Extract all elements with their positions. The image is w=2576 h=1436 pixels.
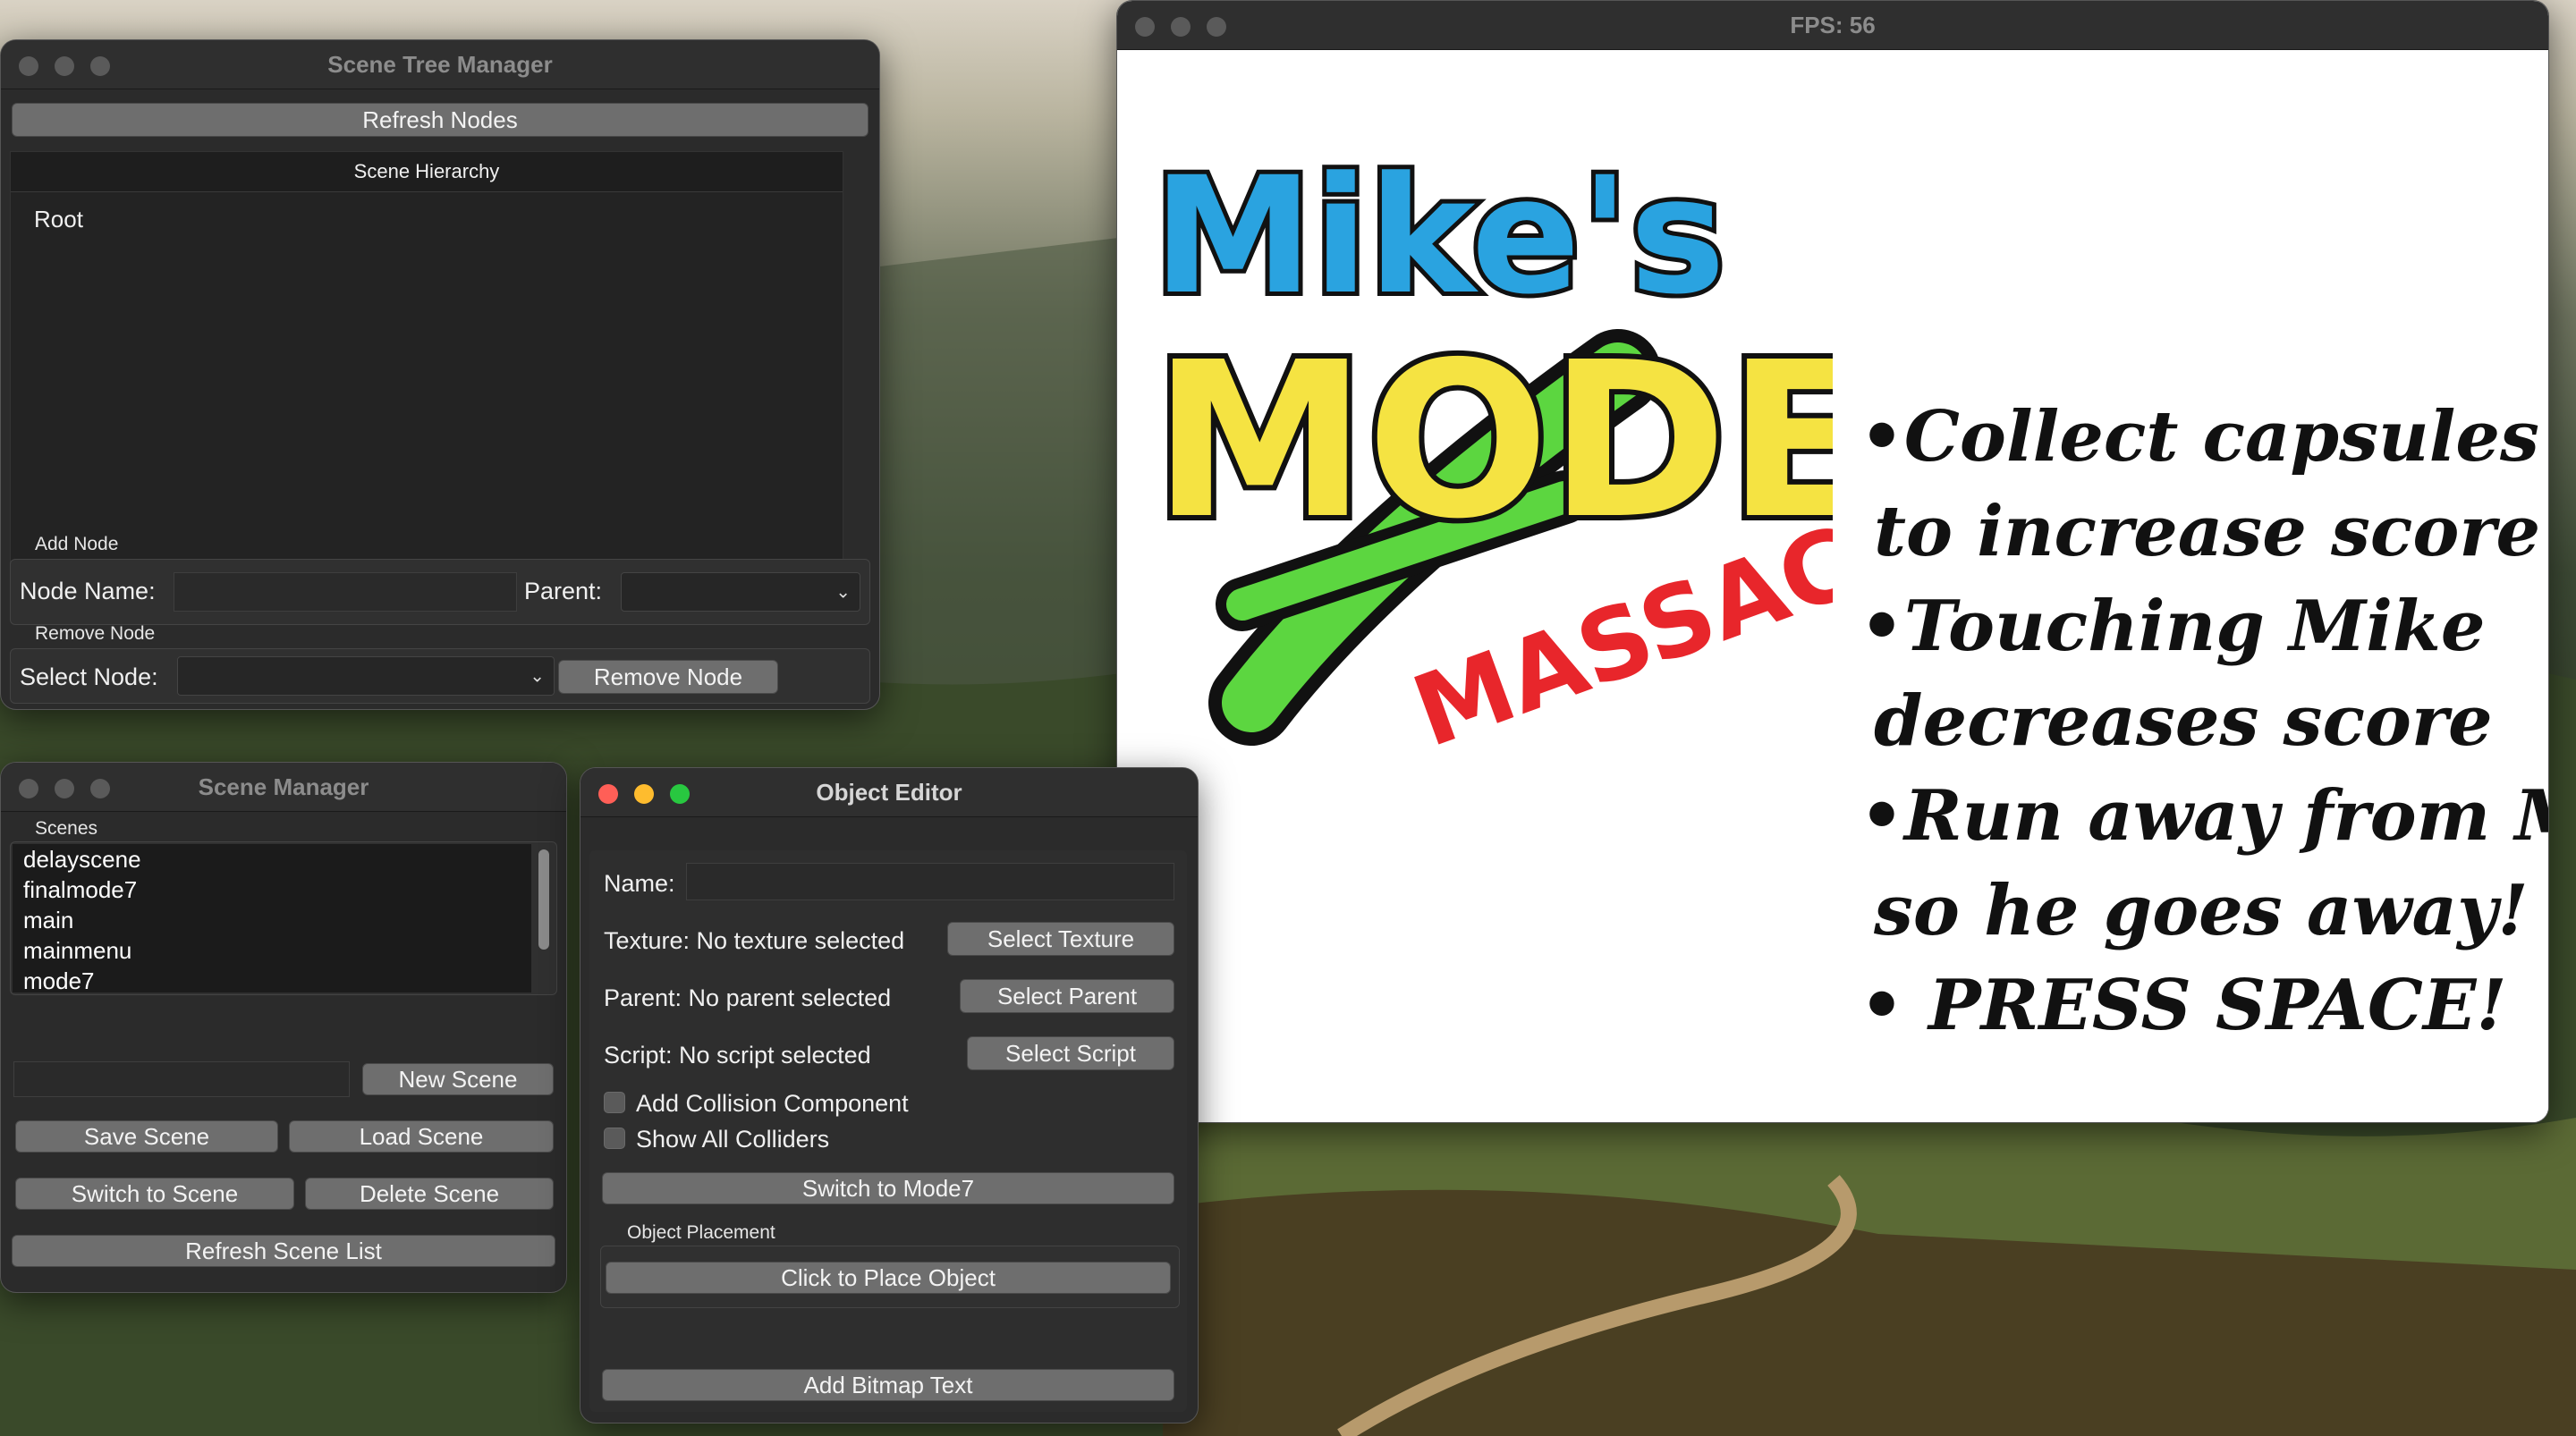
list-item[interactable]: main: [13, 905, 531, 935]
scene-list[interactable]: delayscene finalmode7 main mainmenu mode…: [13, 844, 531, 993]
list-item[interactable]: mode7: [13, 966, 531, 993]
scene-hierarchy-tree[interactable]: Scene Hierarchy Root: [10, 151, 843, 564]
scene-manager-window: Scene Manager Scenes delayscene finalmod…: [0, 762, 567, 1293]
chevron-down-icon: ⌄: [835, 582, 851, 603]
logo-mikes: Mike's: [1153, 143, 1725, 330]
name-label: Name:: [604, 870, 675, 897]
window-controls: [598, 784, 690, 804]
instruction-line: •Collect capsules: [1860, 396, 2539, 477]
list-item[interactable]: mainmenu: [13, 935, 531, 966]
zoom-button[interactable]: [90, 779, 110, 798]
load-scene-button[interactable]: Load Scene: [289, 1120, 554, 1153]
fps-counter: FPS: 56: [1790, 11, 1876, 38]
window-controls: [19, 56, 110, 76]
switch-mode7-button[interactable]: Switch to Mode7: [602, 1172, 1174, 1204]
remove-node-button[interactable]: Remove Node: [558, 660, 778, 694]
add-node-label: Add Node: [35, 534, 119, 554]
game-titlebar[interactable]: FPS: 56: [1117, 1, 2548, 50]
node-name-input[interactable]: [174, 572, 517, 612]
chevron-down-icon: ⌄: [530, 666, 545, 687]
list-item[interactable]: finalmode7: [13, 874, 531, 905]
select-parent-button[interactable]: Select Parent: [960, 979, 1174, 1013]
scrollbar[interactable]: [538, 849, 549, 950]
instruction-line: •Run away from Mike: [1860, 775, 2548, 857]
remove-node-group: Select Node: ⌄ Remove Node: [10, 648, 870, 704]
add-bitmap-text-button[interactable]: Add Bitmap Text: [602, 1369, 1174, 1401]
parent-select[interactable]: ⌄: [621, 572, 860, 612]
zoom-button[interactable]: [670, 784, 690, 804]
add-collision-checkbox[interactable]: [604, 1092, 625, 1113]
game-canvas[interactable]: Mike's MODE 7 MASSACRE •Collect capsules…: [1117, 50, 2548, 1122]
window-title: Scene Manager: [198, 773, 369, 800]
close-button[interactable]: [1135, 17, 1155, 37]
refresh-scene-list-button[interactable]: Refresh Scene List: [12, 1235, 555, 1267]
remove-node-label: Remove Node: [35, 623, 156, 644]
minimize-button[interactable]: [55, 779, 74, 798]
instruction-line: • PRESS SPACE!: [1860, 965, 2507, 1046]
instructions: •Collect capsules to increase score •Tou…: [1860, 390, 2548, 1053]
script-label: Script: No script selected: [604, 1042, 871, 1069]
close-button[interactable]: [598, 784, 618, 804]
zoom-button[interactable]: [1207, 17, 1226, 37]
object-editor-titlebar[interactable]: Object Editor: [580, 768, 1198, 817]
instruction-line: •Touching Mike: [1860, 586, 2486, 667]
new-scene-input[interactable]: [13, 1061, 350, 1097]
new-scene-button[interactable]: New Scene: [362, 1063, 554, 1095]
instruction-line: decreases score: [1874, 680, 2493, 762]
minimize-button[interactable]: [634, 784, 654, 804]
game-window: FPS: 56 Mike's MODE 7 MASSACRE •Collect …: [1116, 0, 2549, 1123]
delete-scene-button[interactable]: Delete Scene: [305, 1178, 554, 1210]
parent-label: Parent: No parent selected: [604, 984, 892, 1011]
add-node-group: Node Name: Parent: ⌄: [10, 559, 870, 625]
window-controls: [1135, 17, 1226, 37]
instruction-line: to increase score: [1874, 491, 2541, 572]
zoom-button[interactable]: [90, 56, 110, 76]
scene-tree-titlebar[interactable]: Scene Tree Manager: [1, 40, 879, 89]
node-name-label: Node Name:: [20, 578, 156, 604]
select-node-label: Select Node:: [20, 663, 158, 690]
instruction-line: so he goes away!: [1874, 870, 2529, 951]
refresh-nodes-button[interactable]: Refresh Nodes: [12, 103, 869, 137]
scenes-label: Scenes: [35, 818, 98, 839]
list-item[interactable]: delayscene: [13, 844, 531, 874]
show-colliders-label[interactable]: Show All Colliders: [636, 1126, 829, 1153]
scene-manager-titlebar[interactable]: Scene Manager: [1, 763, 566, 812]
select-script-button[interactable]: Select Script: [967, 1036, 1174, 1070]
logo-mode: MODE: [1153, 316, 1833, 566]
object-placement-label: Object Placement: [627, 1222, 775, 1243]
window-title: Object Editor: [816, 778, 962, 806]
window-title: Scene Tree Manager: [327, 50, 553, 78]
object-editor-window: Object Editor Name: Texture: No texture …: [580, 767, 1199, 1423]
add-collision-label[interactable]: Add Collision Component: [636, 1090, 909, 1118]
close-button[interactable]: [19, 779, 38, 798]
place-object-button[interactable]: Click to Place Object: [606, 1262, 1171, 1294]
select-texture-button[interactable]: Select Texture: [947, 922, 1174, 956]
texture-label: Texture: No texture selected: [604, 927, 905, 954]
minimize-button[interactable]: [1171, 17, 1191, 37]
tree-item-root[interactable]: Root: [34, 206, 83, 233]
game-logo: Mike's MODE 7 MASSACRE: [1148, 139, 1833, 769]
switch-scene-button[interactable]: Switch to Scene: [15, 1178, 294, 1210]
parent-label: Parent:: [524, 578, 603, 604]
close-button[interactable]: [19, 56, 38, 76]
save-scene-button[interactable]: Save Scene: [15, 1120, 278, 1153]
tree-header[interactable]: Scene Hierarchy: [11, 152, 843, 192]
show-colliders-checkbox[interactable]: [604, 1128, 625, 1149]
scenes-group: delayscene finalmode7 main mainmenu mode…: [10, 841, 557, 995]
scene-tree-manager-window: Scene Tree Manager Refresh Nodes Scene H…: [0, 39, 880, 710]
minimize-button[interactable]: [55, 56, 74, 76]
name-input[interactable]: [686, 863, 1174, 900]
window-controls: [19, 779, 110, 798]
select-node-dropdown[interactable]: ⌄: [177, 656, 555, 696]
